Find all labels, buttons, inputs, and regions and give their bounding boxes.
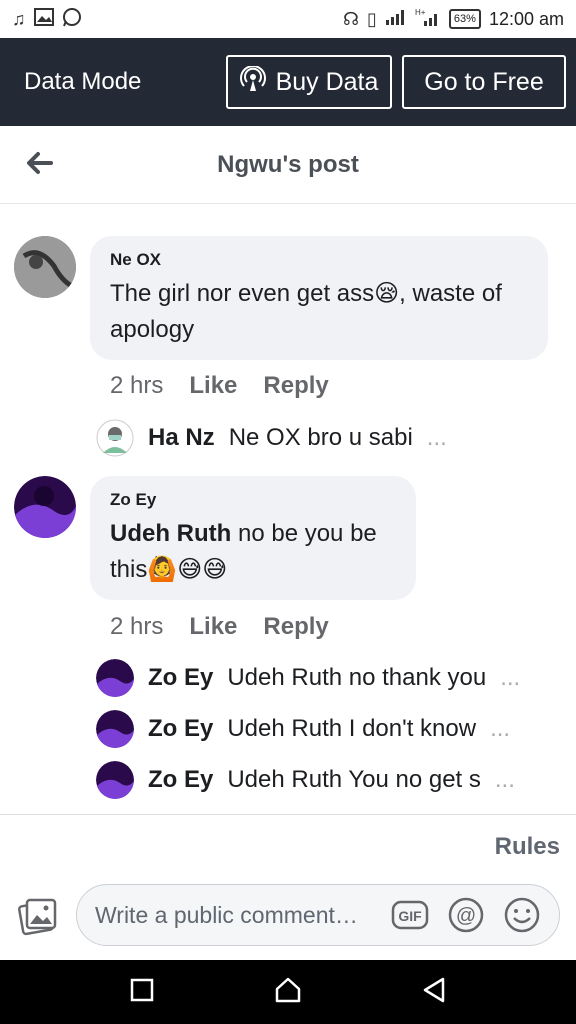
gallery-icon: [33, 7, 54, 31]
comment-text: Udeh Ruth no be you be this🙆😅😅: [110, 516, 396, 588]
rules-bar: Rules: [0, 814, 576, 876]
comment-bubble[interactable]: Zo Ey Udeh Ruth no be you be this🙆😅😅: [90, 476, 416, 600]
comment-actions: 2 hrs Like Reply: [110, 372, 329, 400]
comment-time: 2 hrs: [110, 372, 164, 399]
comment-author[interactable]: Zo Ey: [110, 490, 396, 510]
rules-link[interactable]: Rules: [495, 833, 560, 861]
comment-placeholder: Write a public comment…: [95, 901, 358, 928]
svg-text:H+: H+: [415, 8, 426, 17]
back-triangle-icon[interactable]: [421, 976, 447, 1009]
data-mode-bar: Data Mode Buy Data Go to Free: [0, 38, 576, 126]
like-button[interactable]: Like: [189, 372, 237, 400]
reply-preview[interactable]: Ha Nz Ne OX bro u sabi ...: [96, 419, 447, 457]
headset-icon: ☊: [343, 8, 359, 29]
ellipsis: ...: [494, 766, 515, 793]
arrow-left-icon[interactable]: [24, 148, 54, 178]
smiley-icon[interactable]: [503, 896, 541, 934]
recents-icon[interactable]: [129, 977, 155, 1008]
avatar: [96, 419, 134, 457]
whatsapp-icon: [62, 7, 82, 32]
post-header: Ngwu's post: [0, 126, 576, 204]
broadcast-icon: [239, 64, 266, 99]
page-title: Ngwu's post: [217, 150, 359, 178]
reply-text: Udeh Ruth no thank you: [227, 664, 487, 691]
avatar[interactable]: [14, 476, 76, 538]
reply-author: Ha Nz: [148, 424, 215, 451]
comment-text: The girl nor even get ass😪, waste of apo…: [110, 280, 502, 343]
svg-text:GIF: GIF: [398, 908, 422, 924]
system-nav-bar: [0, 960, 576, 1024]
ellipsis: ...: [490, 715, 511, 742]
comment-author[interactable]: Ne OX: [110, 250, 528, 270]
music-icon: ♫: [12, 8, 26, 29]
reply-author: Zo Ey: [148, 664, 214, 691]
reply-preview[interactable]: Zo Ey Udeh Ruth no thank you ...: [96, 659, 520, 697]
reply-text: Ne OX bro u sabi: [228, 424, 413, 451]
comments-feed[interactable]: Ne OX The girl nor even get ass😪, waste …: [0, 204, 576, 814]
comment-composer: Write a public comment… GIF @: [0, 876, 576, 960]
avatar: [96, 710, 134, 748]
comment-text-part: no be you be: [231, 520, 377, 547]
avatar[interactable]: [14, 236, 76, 298]
reply-author: Zo Ey: [148, 766, 214, 793]
comment-bubble[interactable]: Ne OX The girl nor even get ass😪, waste …: [90, 236, 548, 360]
battery-indicator: 63%: [448, 9, 481, 29]
buy-data-label: Buy Data: [275, 67, 379, 96]
reply-button[interactable]: Reply: [263, 372, 328, 400]
status-bar: ♫ ☊ ▯ H+ 63% 12:00 am: [0, 0, 576, 38]
reply-text: Udeh Ruth I don't know: [227, 715, 477, 742]
comment-text-part: this🙆😅😅: [110, 556, 228, 583]
reply-preview[interactable]: Zo Ey Udeh Ruth You no get s ...: [96, 761, 515, 799]
reply-author: Zo Ey: [148, 715, 214, 742]
vibrate-icon: ▯: [367, 8, 377, 29]
comment-actions: 2 hrs Like Reply: [110, 613, 329, 641]
svg-text:@: @: [456, 905, 476, 927]
clock: 12:00 am: [488, 8, 564, 29]
data-mode-label: Data Mode: [24, 68, 142, 95]
avatar: [96, 761, 134, 799]
ellipsis: ...: [500, 664, 521, 691]
comment-input[interactable]: Write a public comment… GIF @: [76, 884, 560, 946]
go-to-free-button[interactable]: Go to Free: [402, 55, 566, 109]
reply-preview[interactable]: Zo Ey Udeh Ruth I don't know ...: [96, 710, 510, 748]
avatar: [96, 659, 134, 697]
comment-time: 2 hrs: [110, 613, 164, 640]
photo-icon[interactable]: [18, 896, 58, 936]
home-icon[interactable]: [274, 976, 302, 1009]
gif-icon[interactable]: GIF: [391, 896, 429, 934]
signal-icon: [385, 9, 407, 30]
buy-data-button[interactable]: Buy Data: [226, 55, 392, 109]
at-icon[interactable]: @: [447, 896, 485, 934]
reply-text: Udeh Ruth You no get s: [227, 766, 481, 793]
like-button[interactable]: Like: [189, 613, 237, 641]
ellipsis: ...: [426, 424, 447, 451]
signal-h-icon: H+: [415, 8, 441, 31]
reply-button[interactable]: Reply: [263, 613, 328, 641]
mention-link[interactable]: Udeh Ruth: [110, 520, 231, 547]
